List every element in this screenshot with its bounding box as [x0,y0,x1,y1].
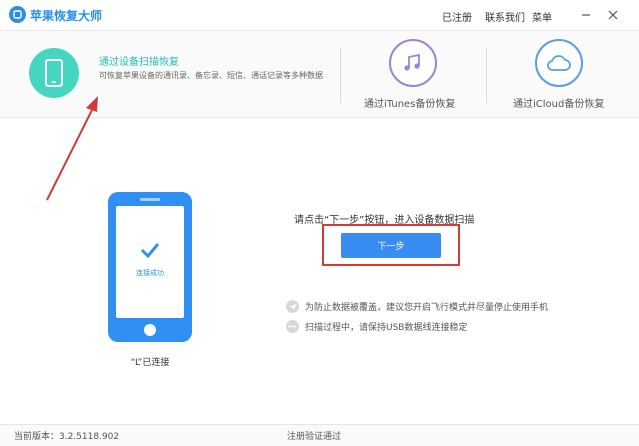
minimize-button[interactable] [577,6,595,24]
registered-link[interactable]: 已注册 [442,9,472,24]
phone-speaker [140,198,160,201]
checkmark-icon [140,243,160,258]
mode-device-scan-description: 可恢复苹果设备的通讯录、备忘录、短信、通话记录等多种数据 [99,71,323,80]
version-label: 当前版本：3.2.5118.902 [14,432,120,442]
tip-usb-connection: 扫描过程中，请保持USB数据线连接稳定 [286,320,467,333]
close-button[interactable] [604,6,622,24]
mode-divider [486,47,487,103]
menu-link[interactable]: 菜单 [532,9,552,24]
app-title: 苹果恢复大师 [30,9,103,23]
registration-status: 注册验证通过 [287,432,342,442]
phone-screen: 连接成功 [116,206,184,318]
usb-icon [286,320,299,333]
title-bar: 苹果恢复大师 已注册 联系我们 菜单 [0,0,639,30]
recovery-mode-panel: 通过设备扫描恢复 可恢复苹果设备的通讯录、备忘录、短信、通话记录等多种数据 通过… [0,30,639,118]
next-step-button[interactable]: 下一步 [341,233,441,258]
mode-itunes-backup-title: 通过iTunes备份恢复 [364,99,456,110]
status-bar: 当前版本：3.2.5118.902 注册验证通过 [0,424,639,446]
phone-icon [29,48,79,98]
app-logo-icon [9,6,26,23]
cloud-icon [535,39,583,87]
tip-text: 为防止数据被覆盖，建议您开启飞行模式并尽量停止使用手机 [305,303,549,313]
airplane-icon [286,300,299,313]
connection-success-label: 连接成功 [136,269,164,277]
phone-home-button [144,324,156,336]
mode-divider [340,47,341,103]
tip-airplane-mode: 为防止数据被覆盖，建议您开启飞行模式并尽量停止使用手机 [286,300,548,313]
music-note-icon [389,39,437,87]
device-connected-status: “L”已连接 [130,358,170,368]
contact-us-link[interactable]: 联系我们 [485,9,525,24]
device-illustration: 连接成功 [108,192,192,342]
tip-text: 扫描过程中，请保持USB数据线连接稳定 [305,323,468,333]
mode-device-scan-title: 通过设备扫描恢复 [99,57,179,68]
mode-icloud-backup-title: 通过iCloud备份恢复 [513,99,605,110]
